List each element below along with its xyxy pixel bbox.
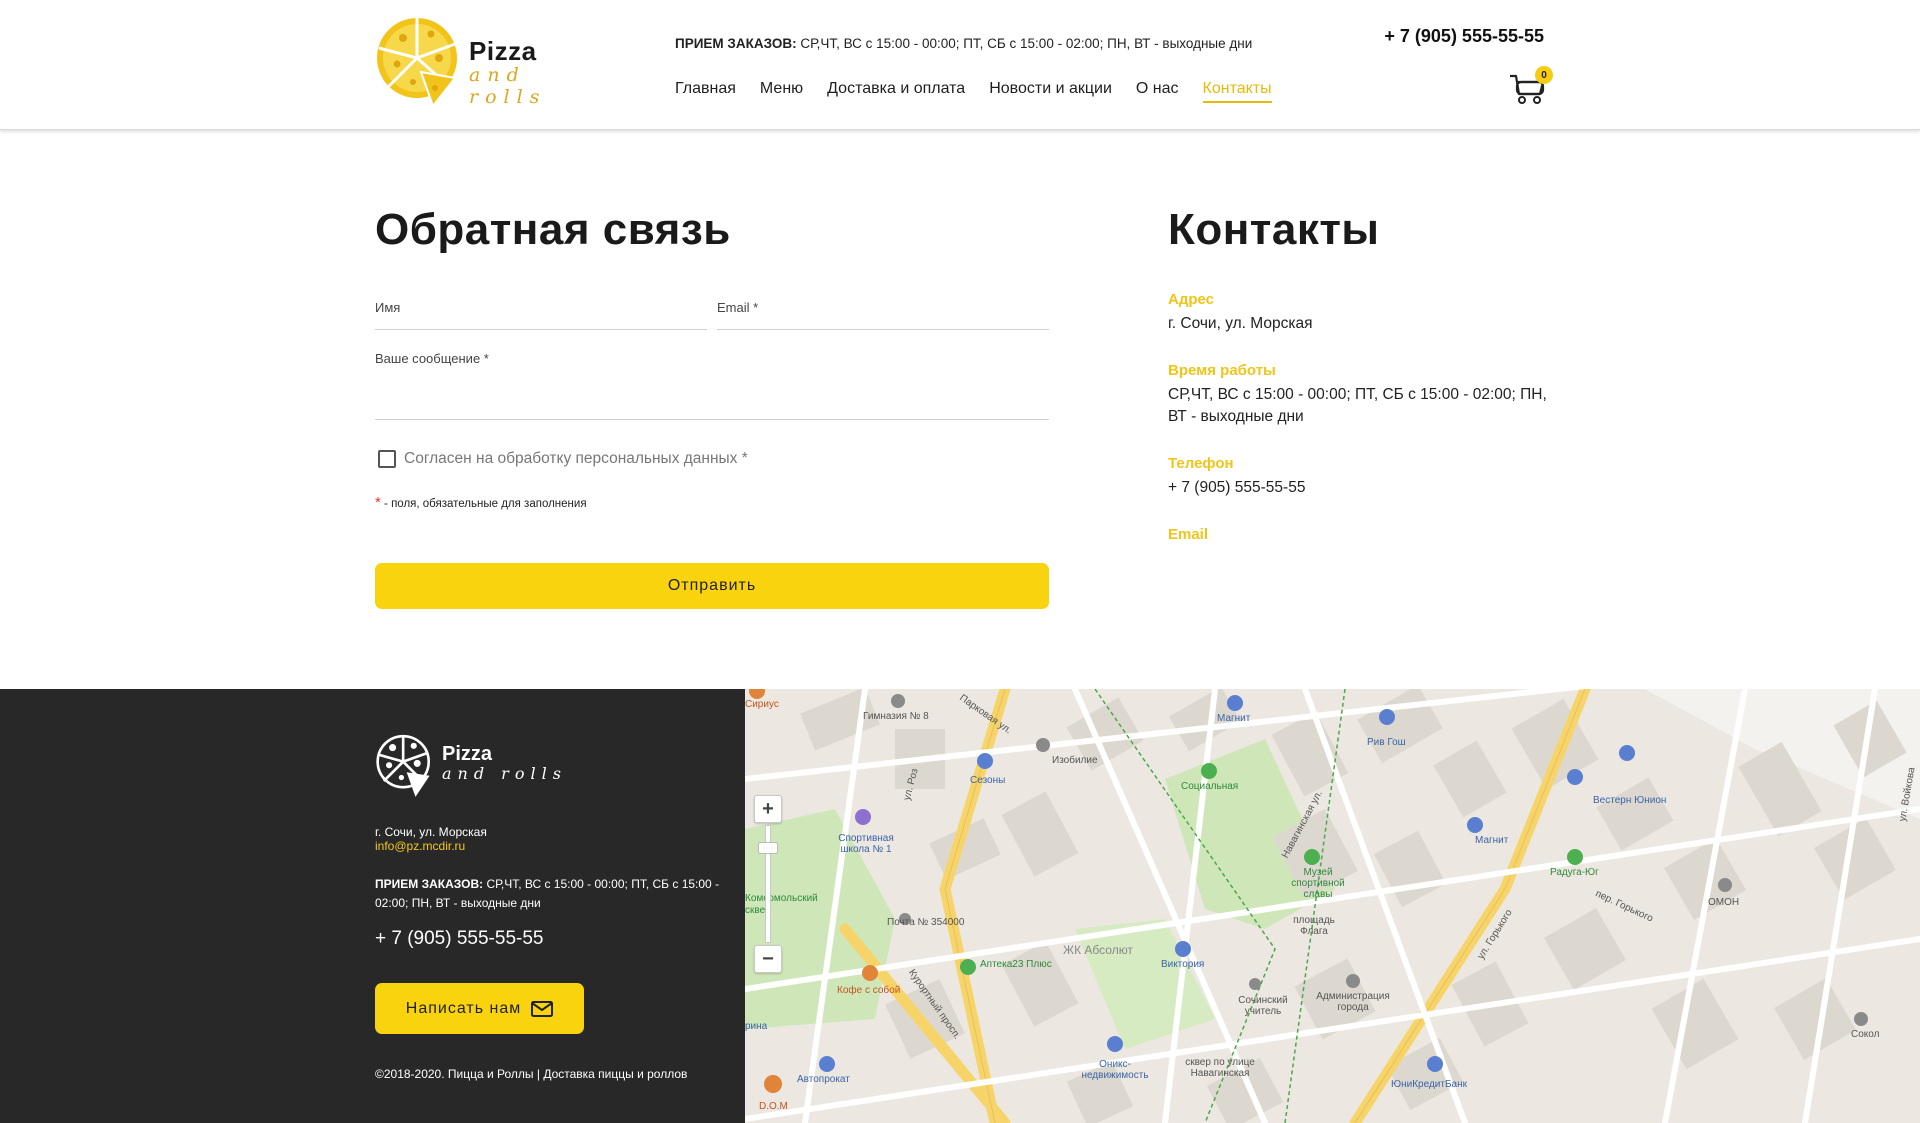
footer-order-hours-label: ПРИЕМ ЗАКАЗОВ: — [375, 877, 484, 891]
contacts-title: Контакты — [1168, 205, 1380, 254]
map-label: Автопрокат — [797, 1074, 850, 1085]
cart-count-badge: 0 — [1535, 66, 1553, 84]
message-field: Ваше сообщение * — [375, 351, 1049, 420]
consent-label[interactable]: Согласен на обработку персональных данны… — [404, 450, 748, 468]
map-label: Сириус — [745, 699, 779, 710]
email-input[interactable] — [717, 311, 1049, 327]
map-label: Музей спортивной славы — [1291, 867, 1345, 900]
pizza-logo-icon — [377, 18, 457, 109]
map-label: Гимназия № 8 — [863, 711, 929, 722]
nav-item-contacts[interactable]: Контакты — [1202, 80, 1272, 103]
nav-item-about[interactable]: О нас — [1136, 80, 1179, 103]
phone-label: Телефон — [1168, 455, 1234, 472]
write-us-label: Написать нам — [405, 999, 522, 1017]
map-label: Сочинский учитель — [1238, 995, 1288, 1017]
nav-item-menu[interactable]: Меню — [760, 80, 803, 103]
required-note: * - поля, обязательные для заполнения — [375, 494, 587, 511]
map-label: Рив Гош — [1367, 737, 1406, 748]
map-label: Вестерн Юнион — [1593, 795, 1667, 806]
map-label: рина — [745, 1021, 768, 1032]
map-label: Радуга-Юг — [1550, 867, 1599, 878]
nav-item-news[interactable]: Новости и акции — [989, 80, 1112, 103]
message-field-label: Ваше сообщение * — [375, 351, 489, 366]
map-label: D.O.M — [759, 1101, 788, 1112]
footer-logo-text-pizza: Pizza — [442, 743, 493, 765]
footer-logo-text-and-rolls: and rolls — [442, 764, 567, 783]
footer-logo[interactable]: Pizza and rolls — [375, 729, 575, 804]
address-label: Адрес — [1168, 291, 1215, 308]
map-label: Социальная — [1181, 781, 1239, 792]
map-label: Почта № 354000 — [887, 917, 965, 928]
site-logo[interactable]: Pizza and rolls — [373, 14, 605, 110]
message-input[interactable] — [375, 377, 1049, 417]
order-hours: ПРИЕМ ЗАКАЗОВ: СР,ЧТ, ВС с 15:00 - 00:00… — [675, 36, 1252, 51]
logo-text-pizza: Pizza — [469, 36, 537, 66]
zoom-in-button[interactable]: + — [754, 795, 782, 823]
envelope-icon — [531, 1000, 554, 1017]
map-zoom-control: + − — [754, 795, 782, 973]
map-label: Сезоны — [970, 775, 1006, 786]
map-label: Виктория — [1161, 959, 1205, 970]
footer-order-hours: ПРИЕМ ЗАКАЗОВ: СР,ЧТ, ВС с 15:00 - 00:00… — [375, 875, 745, 913]
map-label: ЖК Абсолют — [1063, 943, 1133, 957]
map-label: сквер по улице Навагинская — [1185, 1057, 1255, 1079]
zoom-slider[interactable] — [758, 825, 778, 943]
address-value: г. Сочи, ул. Морская — [1168, 315, 1313, 332]
main-nav: Главная Меню Доставка и оплата Новости и… — [675, 80, 1272, 103]
required-star: * — [375, 494, 381, 511]
name-field: Имя — [375, 300, 707, 330]
nav-item-home[interactable]: Главная — [675, 80, 736, 103]
email-field: Email * — [717, 300, 1049, 330]
logo-text-and-rolls: and rolls — [469, 64, 547, 108]
order-hours-value: СР,ЧТ, ВС с 15:00 - 00:00; ПТ, СБ с 15:0… — [800, 36, 1253, 51]
map-tiles — [745, 689, 1920, 1123]
footer-address: г. Сочи, ул. Морская — [375, 825, 487, 839]
required-note-text: - поля, обязательные для заполнения — [384, 498, 587, 510]
map-label: Кофе с собой — [837, 985, 901, 996]
name-input[interactable] — [375, 311, 707, 327]
footer-copyright: ©2018-2020. Пицца и Роллы | Доставка пиц… — [375, 1067, 688, 1081]
write-us-button[interactable]: Написать нам — [375, 983, 584, 1034]
map-label: Аптека23 Плюс — [980, 959, 1052, 970]
site-header: Pizza and rolls ПРИЕМ ЗАКАЗОВ: СР,ЧТ, ВС… — [0, 0, 1920, 130]
header-phone[interactable]: + 7 (905) 555-55-55 — [1384, 26, 1544, 47]
map-label: Спортивная школа № 1 — [838, 833, 894, 855]
footer-email-link[interactable]: info@pz.mcdir.ru — [375, 839, 465, 853]
email-label: Email — [1168, 526, 1209, 543]
map-label: ОМОН — [1708, 897, 1740, 908]
map-label: Администрация города — [1316, 991, 1390, 1013]
consent-checkbox[interactable] — [378, 450, 396, 468]
footer-phone[interactable]: + 7 (905) 555-55-55 — [375, 928, 543, 950]
order-hours-label: ПРИЕМ ЗАКАЗОВ: — [675, 36, 797, 51]
map-label: Оникс-недвижимость — [1081, 1059, 1149, 1081]
phone-value[interactable]: + 7 (905) 555-55-55 — [1168, 477, 1553, 499]
location-map[interactable]: Гимназия № 8 Парковая ул. Изобилие Сезон… — [745, 689, 1920, 1123]
consent-checkbox-row[interactable]: Согласен на обработку персональных данны… — [378, 450, 748, 468]
submit-button[interactable]: Отправить — [375, 563, 1049, 609]
zoom-slider-handle[interactable] — [758, 842, 778, 854]
map-label: Магнит — [1475, 835, 1509, 846]
work-hours-value: СР,ЧТ, ВС с 15:00 - 00:00; ПТ, СБ с 15:0… — [1168, 386, 1547, 425]
pizza-logo-white-icon — [376, 734, 430, 797]
work-hours-label: Время работы — [1168, 362, 1276, 379]
map-label: Сокол — [1851, 1029, 1880, 1040]
map-label: Изобилие — [1052, 755, 1098, 766]
zoom-out-button[interactable]: − — [754, 945, 782, 973]
map-label: Магнит — [1217, 713, 1251, 724]
map-label: ЮниКредитБанк — [1391, 1079, 1467, 1090]
nav-item-delivery[interactable]: Доставка и оплата — [827, 80, 965, 103]
map-label: площадь Флага — [1293, 915, 1335, 937]
feedback-title: Обратная связь — [375, 205, 731, 254]
